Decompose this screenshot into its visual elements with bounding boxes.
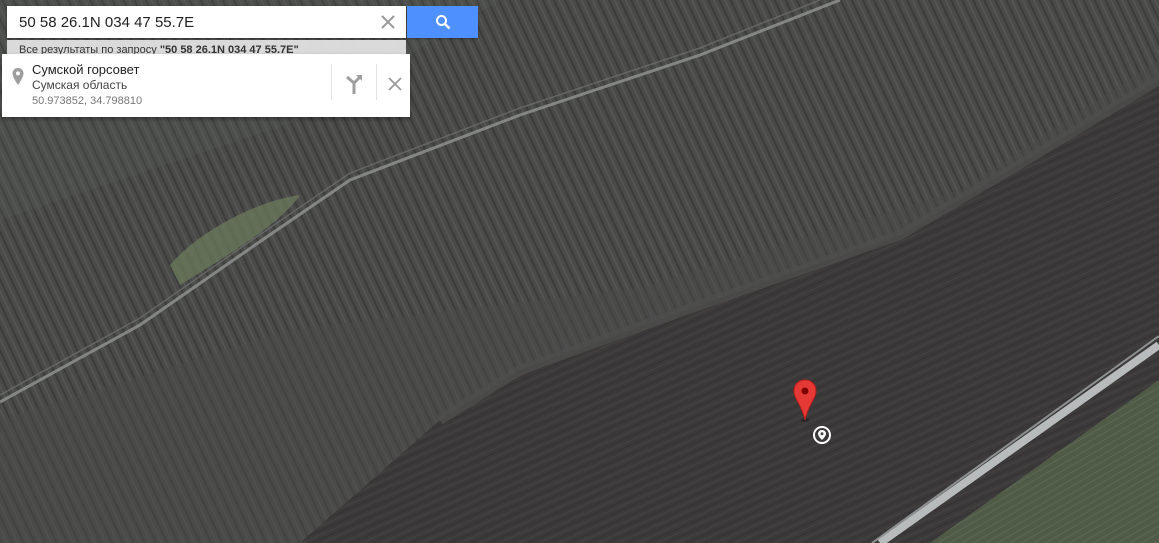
all-results-link[interactable]: Все результаты по запросу "50 58 26.1N 0…	[7, 40, 406, 54]
all-results-prefix: Все результаты по запросу	[19, 44, 160, 54]
directions-button[interactable]	[342, 72, 366, 96]
search-icon	[435, 15, 450, 30]
close-icon	[388, 77, 402, 91]
red-marker-icon[interactable]	[792, 378, 818, 424]
place-pin-icon	[12, 68, 24, 85]
close-icon	[381, 15, 395, 29]
directions-icon	[346, 75, 362, 94]
card-divider	[331, 64, 332, 100]
result-title: Сумской горсовет	[32, 62, 140, 77]
all-results-query: "50 58 26.1N 034 47 55.7E"	[159, 44, 299, 54]
result-card[interactable]: Сумской горсовет Сумская область 50.9738…	[2, 54, 410, 117]
card-divider	[376, 64, 377, 100]
location-marker-icon[interactable]	[812, 425, 832, 445]
search-box	[7, 6, 406, 38]
result-coordinates: 50.973852, 34.798810	[32, 95, 143, 107]
result-region: Сумская область	[32, 78, 128, 92]
close-card-button[interactable]	[385, 74, 405, 94]
clear-search-button[interactable]	[378, 12, 398, 32]
search-button[interactable]	[407, 6, 478, 38]
search-input[interactable]	[7, 6, 367, 38]
